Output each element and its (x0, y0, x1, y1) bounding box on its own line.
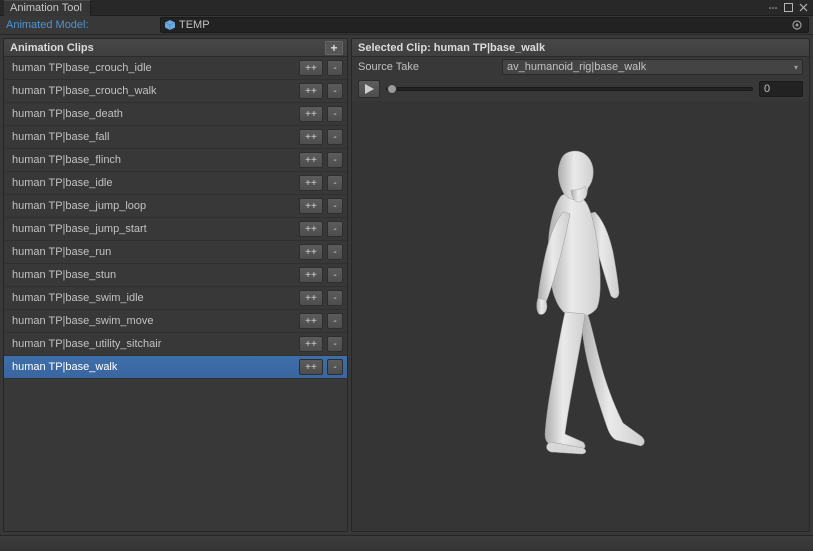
duplicate-clip-button[interactable]: ++ (299, 313, 323, 329)
clip-label: human TP|base_flinch (12, 154, 295, 166)
clip-label: human TP|base_jump_start (12, 223, 295, 235)
panel-title: Animation Tool (10, 2, 82, 14)
frame-number-field[interactable]: 0 (759, 81, 803, 97)
clip-label: human TP|base_run (12, 246, 295, 258)
duplicate-clip-button[interactable]: ++ (299, 359, 323, 375)
timeline-thumb[interactable] (387, 84, 397, 94)
delete-clip-button[interactable]: - (327, 83, 343, 99)
delete-clip-button[interactable]: - (327, 152, 343, 168)
duplicate-clip-button[interactable]: ++ (299, 244, 323, 260)
window-controls (767, 2, 809, 14)
main-area: Animation Clips + human TP|base_crouch_i… (0, 35, 813, 535)
source-take-value: av_humanoid_rig|base_walk (507, 61, 646, 73)
duplicate-clip-button[interactable]: ++ (299, 336, 323, 352)
delete-clip-button[interactable]: - (327, 336, 343, 352)
clip-label: human TP|base_fall (12, 131, 295, 143)
timeline-slider[interactable] (386, 87, 753, 91)
duplicate-clip-button[interactable]: ++ (299, 221, 323, 237)
animation-tool-window: Animation Tool Animated Model: (0, 0, 813, 551)
selected-clip-header: Selected Clip: human TP|base_walk (352, 39, 809, 57)
duplicate-clip-button[interactable]: ++ (299, 175, 323, 191)
options-icon[interactable] (767, 2, 779, 14)
clip-row[interactable]: human TP|base_utility_sitchair ++- (4, 333, 347, 356)
clip-row[interactable]: human TP|base_swim_idle ++- (4, 287, 347, 310)
clip-list[interactable]: human TP|base_crouch_idle++-human TP|bas… (4, 57, 347, 531)
play-icon (365, 84, 374, 94)
delete-clip-button[interactable]: - (327, 129, 343, 145)
animation-clips-panel: Animation Clips + human TP|base_crouch_i… (3, 38, 348, 532)
animation-clips-header: Animation Clips + (4, 39, 347, 57)
clip-label: human TP|base_utility_sitchair (12, 338, 295, 350)
clip-row[interactable]: human TP|base_run ++- (4, 241, 347, 264)
clip-row[interactable]: human TP|base_fall ++- (4, 126, 347, 149)
clip-row[interactable]: human TP|base_stun ++- (4, 264, 347, 287)
delete-clip-button[interactable]: - (327, 221, 343, 237)
clip-row[interactable]: human TP|base_flinch ++- (4, 149, 347, 172)
clip-label: human TP|base_swim_move (12, 315, 295, 327)
footer (0, 535, 813, 551)
source-take-row: Source Take av_humanoid_rig|base_walk ▾ (352, 57, 809, 77)
clip-row[interactable]: human TP|base_crouch_idle ++- (4, 57, 347, 80)
selected-clip-panel: Selected Clip: human TP|base_walk Source… (351, 38, 810, 532)
duplicate-clip-button[interactable]: ++ (299, 152, 323, 168)
animated-model-name: TEMP (179, 19, 790, 31)
animated-model-label: Animated Model: (4, 19, 160, 31)
delete-clip-button[interactable]: - (327, 198, 343, 214)
clip-label: human TP|base_swim_idle (12, 292, 295, 304)
delete-clip-button[interactable]: - (327, 359, 343, 375)
clip-row[interactable]: human TP|base_jump_start ++- (4, 218, 347, 241)
clip-label: human TP|base_death (12, 108, 295, 120)
clip-label: human TP|base_walk (12, 361, 295, 373)
chevron-down-icon: ▾ (794, 63, 798, 72)
animation-preview[interactable] (352, 101, 809, 531)
duplicate-clip-button[interactable]: ++ (299, 129, 323, 145)
duplicate-clip-button[interactable]: ++ (299, 106, 323, 122)
clip-row[interactable]: human TP|base_crouch_walk ++- (4, 80, 347, 103)
humanoid-preview-figure (491, 134, 671, 484)
duplicate-clip-button[interactable]: ++ (299, 267, 323, 283)
delete-clip-button[interactable]: - (327, 60, 343, 76)
clip-row[interactable]: human TP|base_jump_loop ++- (4, 195, 347, 218)
playback-controls: 0 (352, 77, 809, 101)
clip-label: human TP|base_idle (12, 177, 295, 189)
delete-clip-button[interactable]: - (327, 244, 343, 260)
duplicate-clip-button[interactable]: ++ (299, 60, 323, 76)
delete-clip-button[interactable]: - (327, 267, 343, 283)
clip-label: human TP|base_stun (12, 269, 295, 281)
close-icon[interactable] (797, 2, 809, 14)
prefab-icon (165, 20, 175, 30)
object-picker-icon[interactable] (790, 18, 804, 32)
animated-model-object-field[interactable]: TEMP (160, 17, 809, 33)
clip-row[interactable]: human TP|base_walk ++- (4, 356, 347, 379)
source-take-label: Source Take (358, 61, 498, 73)
animated-model-row: Animated Model: TEMP (0, 16, 813, 35)
animation-clips-title: Animation Clips (10, 42, 94, 54)
clip-label: human TP|base_crouch_idle (12, 62, 295, 74)
clip-label: human TP|base_crouch_walk (12, 85, 295, 97)
source-take-dropdown[interactable]: av_humanoid_rig|base_walk ▾ (502, 59, 803, 75)
delete-clip-button[interactable]: - (327, 106, 343, 122)
clip-row[interactable]: human TP|base_swim_move ++- (4, 310, 347, 333)
delete-clip-button[interactable]: - (327, 290, 343, 306)
frame-number-value: 0 (764, 83, 770, 95)
delete-clip-button[interactable]: - (327, 175, 343, 191)
duplicate-clip-button[interactable]: ++ (299, 198, 323, 214)
panel-tab-animation-tool[interactable]: Animation Tool (4, 0, 91, 16)
delete-clip-button[interactable]: - (327, 313, 343, 329)
clip-row[interactable]: human TP|base_idle ++- (4, 172, 347, 195)
add-clip-button[interactable]: + (325, 41, 343, 55)
play-button[interactable] (358, 80, 380, 98)
maximize-icon[interactable] (782, 2, 794, 14)
clip-label: human TP|base_jump_loop (12, 200, 295, 212)
selected-clip-title: Selected Clip: human TP|base_walk (358, 42, 545, 54)
clip-row[interactable]: human TP|base_death ++- (4, 103, 347, 126)
titlebar: Animation Tool (0, 0, 813, 16)
duplicate-clip-button[interactable]: ++ (299, 290, 323, 306)
duplicate-clip-button[interactable]: ++ (299, 83, 323, 99)
plus-icon: + (330, 41, 337, 55)
